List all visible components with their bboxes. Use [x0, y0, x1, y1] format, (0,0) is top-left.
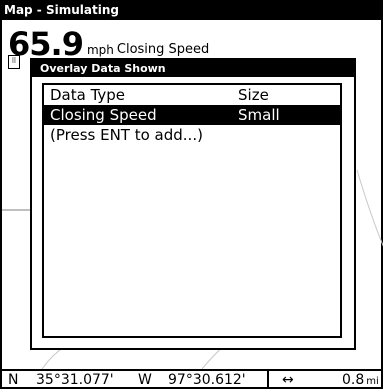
speed-unit: mph: [86, 43, 114, 57]
overlay-data-list: Data Type Size Closing Speed Small (Pres…: [42, 83, 342, 338]
overlay-indicator-icon: ⠿: [8, 55, 20, 69]
window-title: Map - Simulating: [0, 0, 383, 20]
list-item-type: Closing Speed: [50, 106, 157, 124]
lon-hemisphere: W: [138, 372, 152, 388]
list-item-size: Small: [238, 106, 280, 124]
range-unit: mi: [366, 376, 379, 387]
latitude: 35°31.077': [36, 372, 114, 388]
divider: [267, 371, 269, 387]
list-item-closing-speed[interactable]: Closing Speed Small: [44, 105, 340, 125]
range-value: 0.8: [342, 372, 365, 388]
range-readout: 0.8 mi: [342, 372, 379, 390]
lat-hemisphere: N: [8, 372, 19, 388]
left-right-arrow-icon: ↔: [282, 372, 294, 388]
list-item-type: (Press ENT to add...): [50, 126, 203, 144]
list-item-add[interactable]: (Press ENT to add...): [44, 125, 340, 145]
list-header: Data Type Size: [44, 85, 340, 105]
status-bar: N 35°31.077' W 97°30.612' ↔ 0.8 mi: [0, 369, 383, 389]
closing-speed-readout: 65.9 mph Closing Speed: [8, 22, 209, 60]
longitude: 97°30.612': [168, 372, 246, 388]
header-data-type: Data Type: [50, 86, 126, 104]
dialog-title: Overlay Data Shown: [32, 60, 354, 77]
overlay-data-dialog: Overlay Data Shown Data Type Size Closin…: [30, 58, 356, 350]
speed-label: Closing Speed: [116, 42, 210, 57]
header-size: Size: [238, 86, 269, 104]
